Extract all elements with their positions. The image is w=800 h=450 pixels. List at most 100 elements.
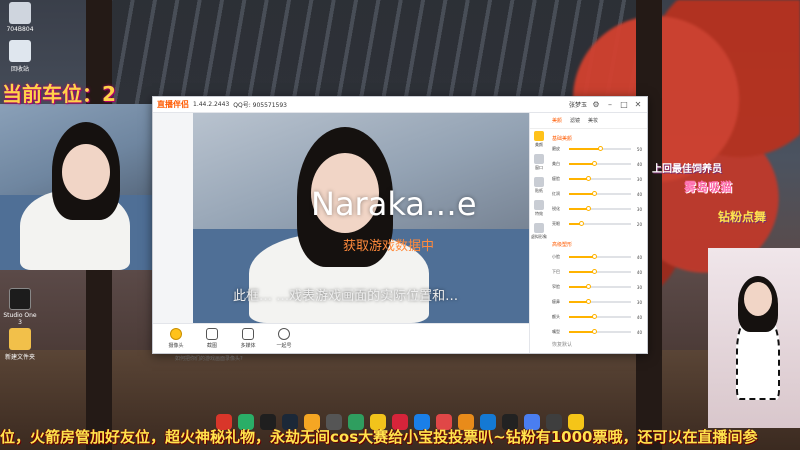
desktop-icon-recycle-bin[interactable]: 回收站: [2, 40, 38, 73]
slider-track[interactable]: [569, 206, 631, 211]
slider-label: 美白: [552, 161, 560, 166]
side-nav-label: 虚拟形象: [531, 234, 547, 239]
desktop-icon-label: 704B804: [6, 26, 34, 33]
reset-default-button[interactable]: 恢复默认: [552, 341, 572, 348]
slider-knob[interactable]: [579, 221, 585, 226]
slider-knob[interactable]: [591, 161, 597, 166]
slider-value: 20: [636, 221, 642, 227]
slider-knob[interactable]: [585, 299, 591, 304]
streaming-app-window: 直播伴侣 1.44.2.2443 QQ号: 905571593 张梦玉 ⚙ – …: [152, 96, 648, 362]
slider-track[interactable]: [569, 284, 631, 289]
slider-label: 瘦脸: [552, 176, 560, 181]
studio-one-icon: [9, 288, 31, 310]
slider-track[interactable]: [569, 329, 631, 334]
slider-label: 红润: [552, 191, 560, 196]
slider-4[interactable]: 锐化 30: [552, 205, 642, 213]
gift-label-cat: 雾岛吸猫: [684, 180, 733, 194]
slider-3[interactable]: 红润 40: [552, 190, 642, 198]
car-position-text: 当前车位：2: [2, 82, 116, 106]
gamepad-icon: [278, 328, 290, 340]
screenshot-icon: [206, 328, 218, 340]
settings-icon[interactable]: ⚙: [591, 100, 601, 109]
slider-fill: [569, 178, 588, 180]
game-capture-title: Naraka…e: [311, 185, 477, 223]
slider-label: 磨皮: [552, 146, 560, 151]
tab-filter[interactable]: 滤镜: [570, 117, 580, 124]
camera-button[interactable]: 摄像头: [165, 328, 187, 349]
slider-label: 下巴: [552, 269, 560, 274]
side-nav-label: 特效: [535, 211, 543, 216]
slider-knob[interactable]: [585, 206, 591, 211]
slider-knob[interactable]: [591, 191, 597, 196]
slider-track[interactable]: [569, 221, 631, 226]
slider-track[interactable]: [569, 191, 631, 196]
slider-track[interactable]: [569, 299, 631, 304]
app-left-sidebar: [153, 113, 193, 323]
tool-label: 截图: [206, 343, 217, 349]
slider-10[interactable]: 额头 40: [552, 313, 642, 321]
tool-label: 一起号: [276, 343, 292, 349]
close-icon[interactable]: ✕: [633, 100, 643, 109]
sticker-icon[interactable]: [534, 177, 544, 187]
app-version: 1.44.2.2443: [193, 101, 230, 108]
slider-knob[interactable]: [585, 176, 591, 181]
slider-0[interactable]: 磨皮 50: [552, 145, 642, 153]
folder-icon: [9, 328, 31, 350]
app-user-name[interactable]: 张梦玉: [569, 100, 587, 109]
slider-fill: [569, 331, 594, 333]
slider-8[interactable]: 窄脸 30: [552, 283, 642, 291]
slider-label: 嘴型: [552, 329, 560, 334]
stream-preview[interactable]: Naraka…e 获取游戏数据中 此框… …戏表游戏画面的实际位置和…: [193, 113, 529, 323]
slider-track[interactable]: [569, 314, 631, 319]
slider-label: 亮眼: [552, 221, 560, 226]
desktop-icon-studio-one[interactable]: Studio One 3: [2, 288, 38, 326]
minimize-icon[interactable]: –: [605, 100, 615, 109]
capture-hint-text: 此框… …戏表游戏画面的实际位置和…: [233, 289, 459, 304]
tab-beauty[interactable]: 美颜: [552, 117, 562, 124]
desktop-icon-folder[interactable]: 新建文件夹: [2, 328, 38, 361]
slider-11[interactable]: 嘴型 40: [552, 328, 642, 336]
slider-9[interactable]: 瘦鼻 30: [552, 298, 642, 306]
slider-fill: [569, 301, 588, 303]
section-basic-beauty: 基础美颜: [552, 136, 573, 142]
slider-knob[interactable]: [591, 269, 597, 274]
effect-icon[interactable]: [534, 200, 544, 210]
desktop-icon-computer[interactable]: 704B804: [2, 2, 38, 33]
slider-knob[interactable]: [585, 284, 591, 289]
gamepad-button[interactable]: 一起号: [273, 328, 295, 349]
help-notice-link[interactable]: 如何把你们的游戏画面录像头?: [175, 355, 243, 362]
slider-track[interactable]: [569, 176, 631, 181]
slider-knob[interactable]: [591, 314, 597, 319]
screenshot-button[interactable]: 截图: [201, 328, 223, 349]
tab-makeup[interactable]: 美妆: [588, 117, 598, 124]
slider-value: 40: [636, 314, 642, 320]
beauty-panel: 美颜 滤镜 美妆 美颜 窗口 贴纸 特效 虚拟形象 基础美颜 磨皮 50 美白 40 瘦…: [529, 113, 647, 353]
slider-track[interactable]: [569, 146, 631, 151]
side-nav-label: 贴纸: [535, 188, 543, 193]
computer-icon: [9, 2, 31, 24]
slider-track[interactable]: [569, 161, 631, 166]
desktop-icon-label: 回收站: [10, 66, 29, 73]
slider-knob[interactable]: [591, 254, 597, 259]
slider-1[interactable]: 美白 40: [552, 160, 642, 168]
beauty-icon[interactable]: [534, 131, 544, 141]
slider-knob[interactable]: [598, 146, 603, 151]
gift-label-best-keeper: 上回最佳饲养员: [652, 164, 722, 175]
slider-value: 50: [636, 146, 642, 152]
recycle-bin-icon: [9, 40, 31, 62]
slider-track[interactable]: [569, 254, 631, 259]
slider-track[interactable]: [569, 269, 631, 274]
media-button[interactable]: 多媒体: [237, 328, 259, 349]
slider-value: 30: [636, 299, 642, 305]
slider-knob[interactable]: [591, 329, 597, 334]
slider-fill: [569, 163, 594, 165]
slider-2[interactable]: 瘦脸 30: [552, 175, 642, 183]
slider-5[interactable]: 亮眼 20: [552, 220, 642, 228]
window-icon[interactable]: [534, 154, 544, 164]
maximize-icon[interactable]: □: [619, 100, 629, 109]
slider-7[interactable]: 下巴 40: [552, 268, 642, 276]
avatar-icon[interactable]: [534, 223, 544, 233]
slider-6[interactable]: 小脸 40: [552, 253, 642, 261]
game-data-loading-text: 获取游戏数据中: [343, 239, 435, 254]
slider-fill: [569, 208, 588, 210]
